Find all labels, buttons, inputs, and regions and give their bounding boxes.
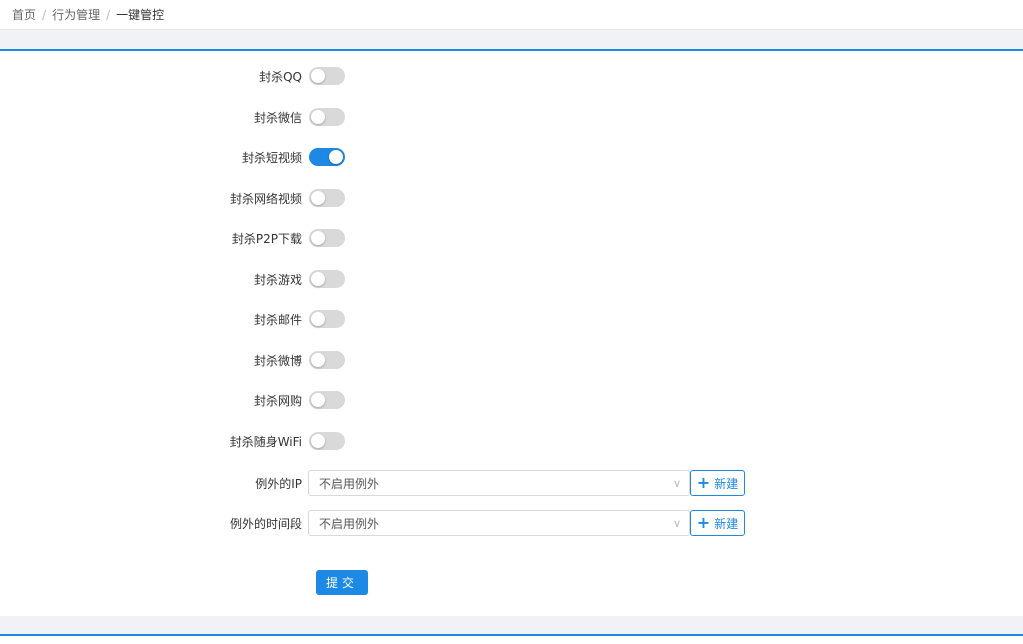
toggle-switch-p2p[interactable]: [309, 229, 345, 247]
exception-label: 例外的时间段: [229, 516, 302, 531]
new-ip-exception-button[interactable]: + 新建: [690, 470, 745, 496]
button-label: 新建: [714, 516, 739, 531]
breadcrumb-section[interactable]: 行为管理: [52, 6, 100, 23]
breadcrumb-current: 一键管控: [116, 8, 165, 22]
toggle-row-shopping: 封杀网购: [0, 388, 345, 412]
toggle-switch-shopping[interactable]: [309, 391, 345, 409]
toggle-row-online-video: 封杀网络视频: [0, 186, 345, 210]
exception-row-ip: 例外的IP 不启用例外 ∨ + 新建: [0, 470, 745, 496]
breadcrumb-separator: /: [106, 7, 111, 22]
plus-icon: +: [696, 513, 711, 532]
toggle-switch-online-video[interactable]: [309, 189, 345, 207]
switch-knob: [311, 110, 325, 124]
toggle-switch-wechat[interactable]: [309, 108, 345, 126]
toggle-label: 封杀邮件: [253, 312, 302, 327]
toggle-switch-mail[interactable]: [309, 310, 345, 328]
switch-knob: [311, 353, 325, 367]
toggle-label: 封杀网购: [253, 393, 302, 408]
toggle-switch-portable-wifi[interactable]: [309, 432, 345, 450]
toggle-row-qq: 封杀QQ: [0, 64, 345, 88]
toggle-switch-short-video[interactable]: [309, 148, 345, 166]
exception-time-select[interactable]: 不启用例外 ∨: [308, 510, 690, 536]
toggle-label: 封杀微博: [253, 353, 302, 368]
toggle-row-game: 封杀游戏: [0, 267, 345, 291]
toggle-row-wechat: 封杀微信: [0, 105, 345, 129]
submit-button[interactable]: 提交: [316, 570, 368, 595]
exception-label: 例外的IP: [255, 476, 302, 491]
toggle-row-mail: 封杀邮件: [0, 307, 345, 331]
toggle-row-short-video: 封杀短视频: [0, 145, 345, 169]
breadcrumb-separator: /: [42, 7, 47, 22]
switch-knob: [311, 231, 325, 245]
toggle-label: 封杀网络视频: [229, 191, 302, 206]
exception-row-time: 例外的时间段 不启用例外 ∨ + 新建: [0, 510, 745, 536]
toggle-label: 封杀随身WiFi: [229, 434, 302, 449]
select-value: 不启用例外: [319, 476, 380, 491]
switch-knob: [311, 312, 325, 326]
switch-knob: [329, 150, 343, 164]
chevron-down-icon: ∨: [672, 516, 681, 530]
toggle-label: 封杀游戏: [253, 272, 302, 287]
toggle-row-weibo: 封杀微博: [0, 348, 345, 372]
toggle-row-portable-wifi: 封杀随身WiFi: [0, 429, 345, 453]
switch-knob: [311, 393, 325, 407]
switch-knob: [311, 434, 325, 448]
toggle-switch-qq[interactable]: [309, 67, 345, 85]
new-time-exception-button[interactable]: + 新建: [690, 510, 745, 536]
switch-knob: [311, 272, 325, 286]
select-value: 不启用例外: [319, 516, 380, 531]
breadcrumb: 首页 / 行为管理 / 一键管控: [0, 0, 1023, 30]
toggle-label: 封杀微信: [253, 110, 302, 125]
toggle-label: 封杀短视频: [241, 150, 302, 165]
toggle-label: 封杀QQ: [259, 69, 302, 84]
secondary-card: [0, 634, 1023, 644]
toggle-row-p2p: 封杀P2P下载: [0, 226, 345, 250]
switch-knob: [311, 69, 325, 83]
plus-icon: +: [696, 473, 711, 492]
chevron-down-icon: ∨: [672, 476, 681, 490]
toggle-switch-game[interactable]: [309, 270, 345, 288]
switch-knob: [311, 191, 325, 205]
breadcrumb-home[interactable]: 首页: [12, 6, 36, 23]
button-label: 新建: [714, 476, 739, 491]
toggle-label: 封杀P2P下载: [231, 231, 302, 246]
exception-ip-select[interactable]: 不启用例外 ∨: [308, 470, 690, 496]
toggle-switch-weibo[interactable]: [309, 351, 345, 369]
